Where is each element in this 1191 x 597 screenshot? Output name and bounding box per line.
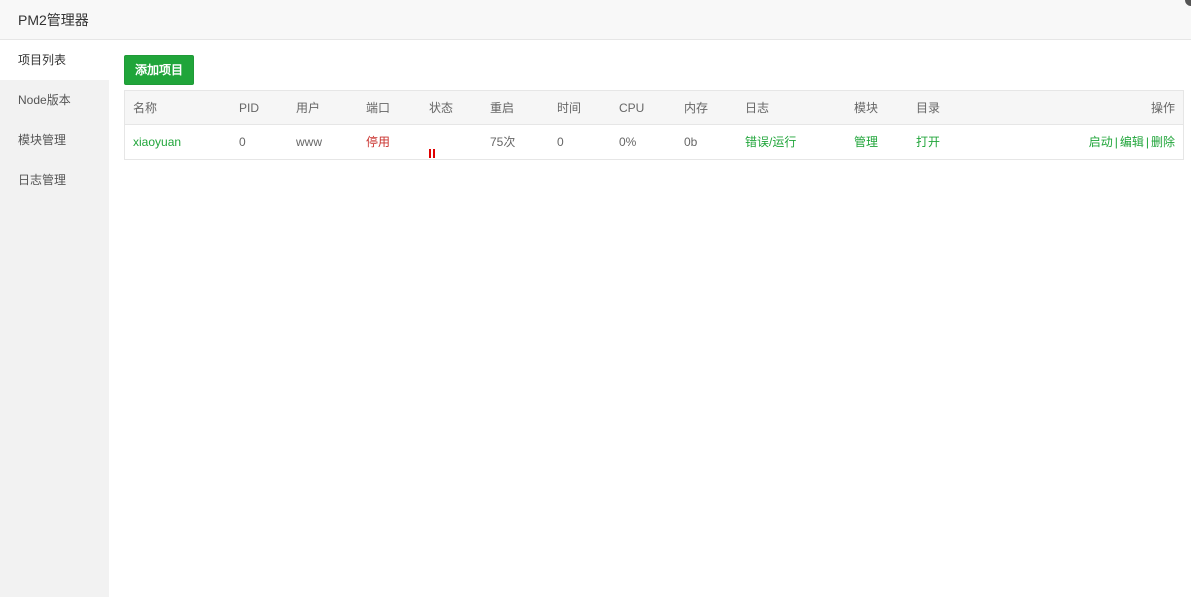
start-link[interactable]: 启动	[1089, 135, 1113, 149]
module-manage-link[interactable]: 管理	[854, 125, 878, 159]
table-row: xiaoyuan 0 www 停用 75次 0 0% 0b 错误/运行 管理 打…	[125, 125, 1183, 159]
header-module: 模块	[854, 101, 879, 115]
header-status: 状态	[429, 101, 454, 115]
sidebar-item-module-manage[interactable]: 模块管理	[0, 120, 109, 160]
close-icon[interactable]	[1183, 0, 1191, 8]
sidebar-item-label: 项目列表	[18, 53, 67, 67]
log-link[interactable]: 错误/运行	[745, 125, 796, 159]
open-dir-link[interactable]: 打开	[916, 125, 940, 159]
edit-link[interactable]: 编辑	[1120, 135, 1144, 149]
port-value: 停用	[366, 135, 391, 149]
header-cpu: CPU	[619, 101, 645, 115]
header-dir: 目录	[916, 101, 941, 115]
sidebar-item-project-list[interactable]: 项目列表	[0, 40, 109, 80]
pid-value: 0	[239, 135, 246, 149]
sidebar-item-label: 模块管理	[18, 133, 67, 147]
sidebar: 项目列表 Node版本 模块管理 日志管理	[0, 40, 109, 597]
delete-link[interactable]: 删除	[1151, 135, 1175, 149]
project-table: 名称 PID 用户 端口 状态 重启 时间 CPU 内存 日志 模块 目录 操作…	[124, 90, 1184, 160]
sidebar-item-label: Node版本	[18, 93, 71, 107]
sidebar-item-label: 日志管理	[18, 173, 67, 187]
main-panel: 添加项目 名称 PID 用户 端口 状态 重启 时间 CPU 内存 日志 模块 …	[109, 40, 1191, 597]
time-value: 0	[557, 135, 564, 149]
header-pid: PID	[239, 101, 260, 115]
header-actions: 操作	[1150, 101, 1175, 115]
header-user: 用户	[296, 101, 321, 115]
table-header-row: 名称 PID 用户 端口 状态 重启 时间 CPU 内存 日志 模块 目录 操作	[125, 91, 1183, 125]
sidebar-item-node-version[interactable]: Node版本	[0, 80, 109, 120]
header-name: 名称	[133, 101, 158, 115]
memory-value: 0b	[684, 135, 698, 149]
add-project-button[interactable]: 添加项目	[124, 55, 195, 85]
title-bar: PM2管理器	[0, 0, 1191, 40]
pause-icon[interactable]	[429, 149, 436, 158]
action-separator: |	[1114, 135, 1118, 149]
sidebar-item-log-manage[interactable]: 日志管理	[0, 160, 109, 200]
header-port: 端口	[366, 101, 391, 115]
header-memory: 内存	[684, 101, 709, 115]
cpu-value: 0%	[619, 135, 637, 149]
header-log: 日志	[745, 101, 770, 115]
user-value: www	[296, 135, 322, 149]
status-cell	[429, 125, 436, 159]
header-restart: 重启	[490, 101, 515, 115]
restart-value: 75次	[490, 135, 516, 149]
window-title: PM2管理器	[18, 12, 89, 28]
row-actions: 启动 | 编辑 | 删除	[1089, 125, 1175, 159]
header-time: 时间	[557, 101, 582, 115]
action-separator: |	[1145, 135, 1149, 149]
project-name-link[interactable]: xiaoyuan	[133, 125, 181, 159]
